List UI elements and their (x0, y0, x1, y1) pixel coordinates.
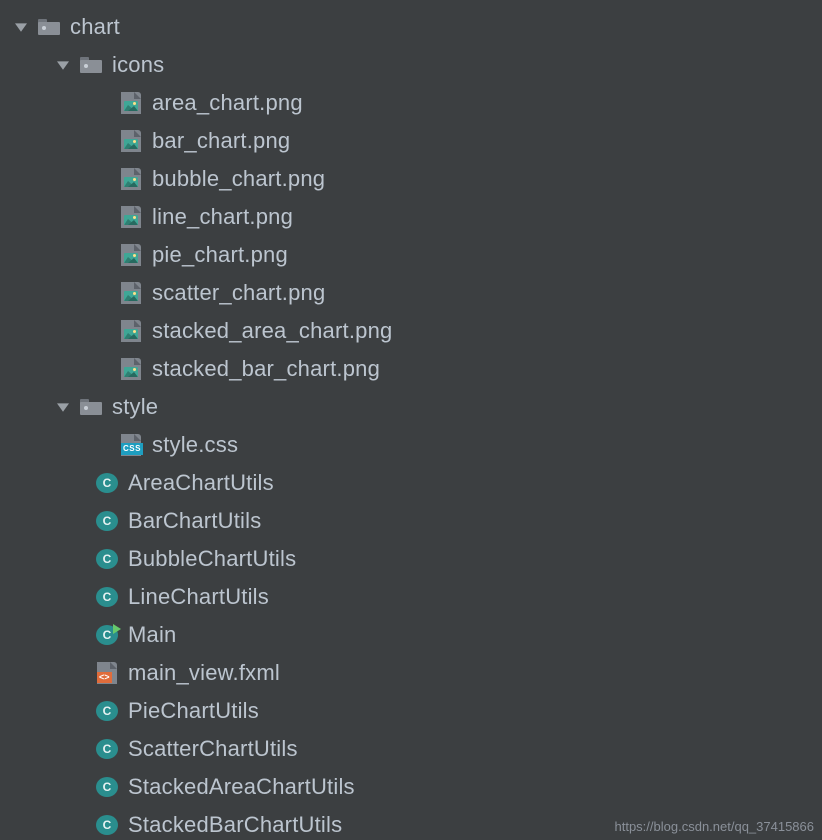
tree-file[interactable]: <> main_view.fxml (0, 654, 822, 692)
tree-class[interactable]: C LineChartUtils (0, 578, 822, 616)
file-label: pie_chart.png (152, 242, 288, 268)
file-label: style.css (152, 432, 238, 458)
tree-file[interactable]: stacked_area_chart.png (0, 312, 822, 350)
image-file-icon (120, 358, 142, 380)
chevron-down-icon (12, 18, 30, 36)
tree-file[interactable]: CSS style.css (0, 426, 822, 464)
tree-class[interactable]: C BarChartUtils (0, 502, 822, 540)
tree-file[interactable]: line_chart.png (0, 198, 822, 236)
tree-class[interactable]: C BubbleChartUtils (0, 540, 822, 578)
tree-folder-style[interactable]: style (0, 388, 822, 426)
fxml-file-icon: <> (96, 662, 118, 684)
css-file-icon: CSS (120, 434, 142, 456)
tree-folder-icons[interactable]: icons (0, 46, 822, 84)
folder-icon (80, 54, 102, 76)
tree-class[interactable]: C ScatterChartUtils (0, 730, 822, 768)
class-label: StackedAreaChartUtils (128, 774, 355, 800)
tree-class[interactable]: C AreaChartUtils (0, 464, 822, 502)
java-class-icon: C (96, 511, 118, 531)
chevron-down-icon (54, 56, 72, 74)
folder-icon (38, 16, 60, 38)
tree-file[interactable]: area_chart.png (0, 84, 822, 122)
file-label: area_chart.png (152, 90, 303, 116)
image-file-icon (120, 244, 142, 266)
tree-file[interactable]: stacked_bar_chart.png (0, 350, 822, 388)
java-class-icon: C (96, 701, 118, 721)
chevron-down-icon (54, 398, 72, 416)
file-label: bar_chart.png (152, 128, 290, 154)
class-label: BarChartUtils (128, 508, 261, 534)
java-class-icon: C (96, 739, 118, 759)
watermark-text: https://blog.csdn.net/qq_37415866 (615, 819, 815, 834)
java-main-class-icon: C (96, 625, 118, 645)
folder-label: chart (70, 14, 120, 40)
file-label: line_chart.png (152, 204, 293, 230)
image-file-icon (120, 168, 142, 190)
java-class-icon: C (96, 815, 118, 835)
file-label: scatter_chart.png (152, 280, 325, 306)
class-label: LineChartUtils (128, 584, 269, 610)
folder-label: icons (112, 52, 164, 78)
folder-icon (80, 396, 102, 418)
class-label: BubbleChartUtils (128, 546, 296, 572)
tree-file[interactable]: pie_chart.png (0, 236, 822, 274)
image-file-icon (120, 130, 142, 152)
java-class-icon: C (96, 777, 118, 797)
tree-file[interactable]: scatter_chart.png (0, 274, 822, 312)
image-file-icon (120, 282, 142, 304)
file-label: stacked_bar_chart.png (152, 356, 380, 382)
class-label: Main (128, 622, 177, 648)
file-label: bubble_chart.png (152, 166, 325, 192)
tree-class-main[interactable]: C Main (0, 616, 822, 654)
tree-file[interactable]: bar_chart.png (0, 122, 822, 160)
project-tree: chart icons area_chart.png bar_chart.png… (0, 0, 822, 840)
java-class-icon: C (96, 549, 118, 569)
folder-label: style (112, 394, 158, 420)
tree-class[interactable]: C PieChartUtils (0, 692, 822, 730)
file-label: main_view.fxml (128, 660, 280, 686)
class-label: StackedBarChartUtils (128, 812, 342, 838)
class-label: AreaChartUtils (128, 470, 274, 496)
tree-class[interactable]: C StackedAreaChartUtils (0, 768, 822, 806)
tree-file[interactable]: bubble_chart.png (0, 160, 822, 198)
class-label: PieChartUtils (128, 698, 259, 724)
run-indicator-icon (113, 624, 121, 634)
java-class-icon: C (96, 473, 118, 493)
image-file-icon (120, 320, 142, 342)
class-label: ScatterChartUtils (128, 736, 298, 762)
image-file-icon (120, 92, 142, 114)
file-label: stacked_area_chart.png (152, 318, 392, 344)
tree-folder-chart[interactable]: chart (0, 8, 822, 46)
image-file-icon (120, 206, 142, 228)
java-class-icon: C (96, 587, 118, 607)
